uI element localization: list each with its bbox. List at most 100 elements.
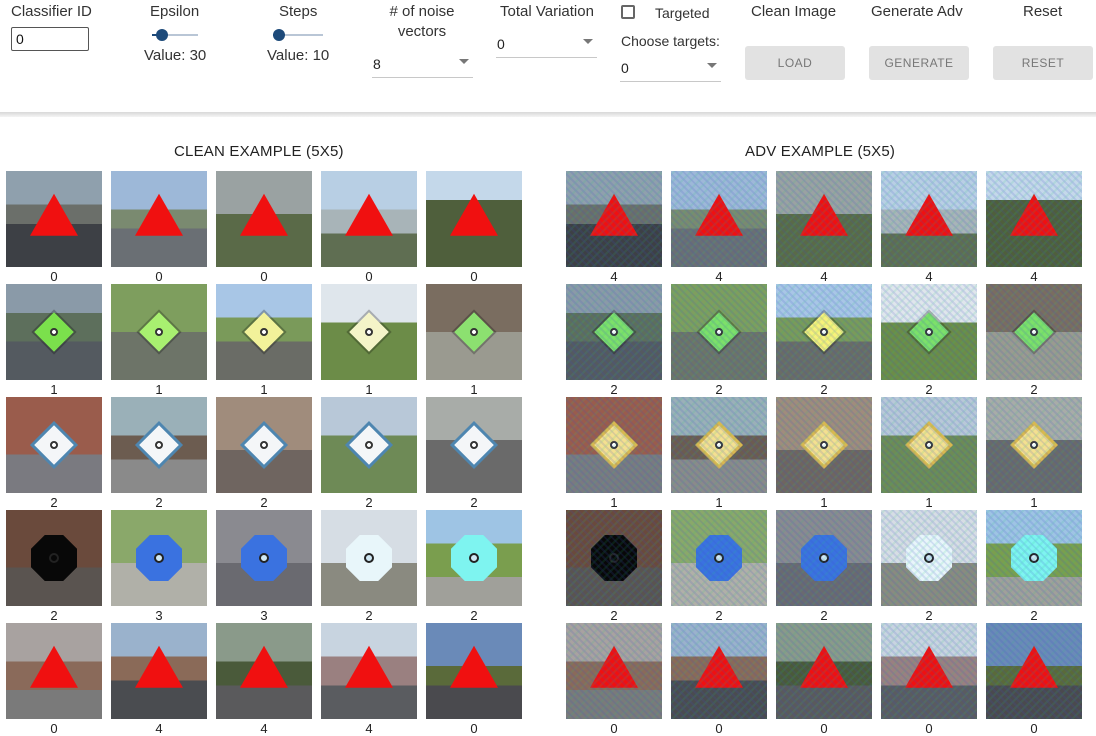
clean-predicted-label: 0: [470, 269, 478, 284]
octagon-sign-icon: [241, 535, 287, 581]
adv-example-image: [776, 284, 872, 380]
sign-symbol: [154, 553, 164, 563]
steps-slider[interactable]: [273, 28, 323, 42]
triangle-sign-icon: [345, 645, 393, 688]
sign-symbol: [48, 439, 60, 451]
diamond-sign-icon: [244, 312, 284, 352]
clean-example-image: [6, 623, 102, 719]
clean-predicted-label: 0: [155, 269, 163, 284]
load-button[interactable]: LOAD: [745, 46, 845, 80]
adv-example-image: [986, 510, 1082, 606]
classifier-id-label: Classifier ID: [11, 3, 92, 20]
targeted-checkbox[interactable]: [621, 5, 635, 19]
epsilon-slider[interactable]: [152, 28, 198, 42]
diamond-sign-icon: [349, 312, 389, 352]
total-variation-value: 0: [497, 36, 505, 52]
adv-example-image: [566, 284, 662, 380]
sign-symbol: [258, 326, 270, 338]
adv-predicted-label: 1: [610, 495, 618, 510]
adversarial-noise-overlay: [986, 510, 1082, 606]
sign-symbol: [468, 439, 480, 451]
clean-predicted-label: 3: [260, 608, 268, 623]
classifier-id-input[interactable]: 0: [11, 27, 89, 51]
noise-vectors-value: 8: [373, 56, 381, 72]
epsilon-label: Epsilon: [150, 3, 200, 20]
clean-example-image: [111, 284, 207, 380]
adv-example-image: [776, 171, 872, 267]
generate-adv-label: Generate Adv: [871, 3, 963, 20]
adversarial-noise-overlay: [671, 397, 767, 493]
total-variation-select[interactable]: 0: [496, 33, 597, 58]
adv-predicted-label: 1: [820, 495, 828, 510]
clean-example-image: [321, 623, 417, 719]
adversarial-noise-overlay: [881, 623, 977, 719]
chevron-down-icon: [583, 39, 593, 44]
adv-predicted-label: 0: [715, 721, 723, 736]
clean-example-image: [426, 510, 522, 606]
adv-example-image: [671, 284, 767, 380]
clean-example-image: [426, 623, 522, 719]
adv-example-image: [566, 171, 662, 267]
adv-example-image: [671, 623, 767, 719]
adv-predicted-label: 0: [610, 721, 618, 736]
adv-example-image: [986, 171, 1082, 267]
clean-predicted-label: 2: [470, 495, 478, 510]
clean-predicted-label: 1: [470, 382, 478, 397]
triangle-sign-icon: [30, 193, 78, 236]
clean-example-image: [111, 623, 207, 719]
clean-predicted-label: 2: [50, 608, 58, 623]
choose-targets-select[interactable]: 0: [620, 57, 721, 82]
clean-example-image: [321, 510, 417, 606]
generate-button[interactable]: GENERATE: [869, 46, 969, 80]
adv-example-image: [881, 284, 977, 380]
targeted-label: Targeted: [655, 5, 710, 21]
clean-predicted-label: 0: [50, 721, 58, 736]
choose-targets-value: 0: [621, 60, 629, 76]
reset-button[interactable]: RESET: [993, 46, 1093, 80]
clean-predicted-label: 4: [260, 721, 268, 736]
adv-example-image: [986, 397, 1082, 493]
adv-example-image: [671, 171, 767, 267]
diamond-sign-icon: [34, 425, 74, 465]
triangle-sign-icon: [240, 645, 288, 688]
clean-example-image: [426, 397, 522, 493]
clean-example-image: [321, 171, 417, 267]
noise-vectors-select[interactable]: 8: [372, 53, 473, 78]
sign-symbol: [258, 439, 270, 451]
adversarial-noise-overlay: [776, 510, 872, 606]
adv-predicted-label: 2: [820, 608, 828, 623]
adversarial-noise-overlay: [671, 623, 767, 719]
clean-example-image: [6, 397, 102, 493]
triangle-sign-icon: [135, 645, 183, 688]
triangle-sign-icon: [450, 193, 498, 236]
adv-predicted-label: 2: [925, 382, 933, 397]
triangle-sign-icon: [240, 193, 288, 236]
adv-predicted-label: 1: [925, 495, 933, 510]
clean-image-label: Clean Image: [751, 3, 837, 20]
clean-example-image: [426, 171, 522, 267]
clean-predicted-label: 0: [50, 269, 58, 284]
adv-example-image: [566, 510, 662, 606]
clean-example-image: [216, 397, 312, 493]
adversarial-noise-overlay: [986, 284, 1082, 380]
steps-slider-thumb[interactable]: [273, 29, 285, 41]
epsilon-value: Value: 30: [144, 47, 207, 64]
adversarial-noise-overlay: [776, 397, 872, 493]
header-divider: [0, 112, 1096, 117]
epsilon-slider-thumb[interactable]: [156, 29, 168, 41]
adv-example-image: [776, 623, 872, 719]
adv-predicted-label: 4: [1030, 269, 1038, 284]
octagon-sign-icon: [31, 535, 77, 581]
adversarial-noise-overlay: [671, 171, 767, 267]
clean-example-image: [216, 510, 312, 606]
adv-example-image: [566, 397, 662, 493]
clean-predicted-label: 1: [155, 382, 163, 397]
diamond-sign-icon: [139, 425, 179, 465]
adv-predicted-label: 2: [610, 382, 618, 397]
adv-predicted-label: 4: [610, 269, 618, 284]
adversarial-noise-overlay: [986, 623, 1082, 719]
clean-predicted-label: 2: [365, 495, 373, 510]
adversarial-noise-overlay: [986, 171, 1082, 267]
clean-predicted-label: 1: [260, 382, 268, 397]
clean-example-image: [111, 171, 207, 267]
